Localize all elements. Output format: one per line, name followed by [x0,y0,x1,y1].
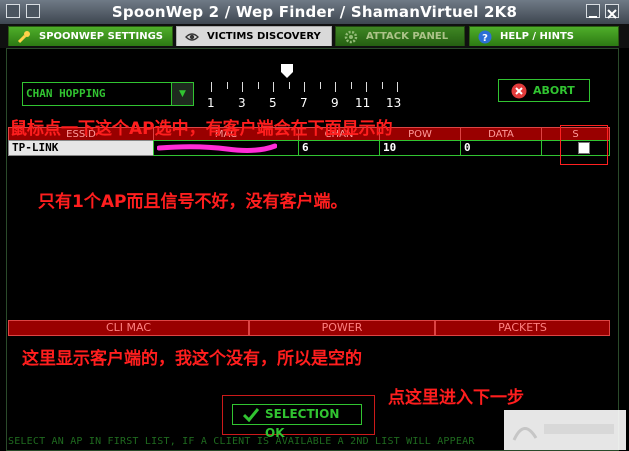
checkmark-icon [243,408,259,422]
annotation-bottom: 这里显示客户端的，我这个没有，所以是空的 [22,349,362,369]
tick-label: 5 [269,96,277,110]
highlight-box [560,125,608,165]
channel-mode-value: CHAN HOPPING [26,87,106,100]
slider-tick [273,82,274,92]
abort-button[interactable]: ABORT [498,79,590,102]
annotation-middle: 只有1个AP而且信号不好，没有客户端。 [38,192,348,212]
tick-label: 9 [331,96,339,110]
close-icon[interactable] [605,4,619,19]
tick-label: 11 [355,96,371,110]
slider-tick [397,82,398,92]
slider-tick [288,82,290,89]
slider-tick [211,82,212,92]
gear-icon [344,30,358,44]
window-title: SpoonWep 2 / Wep Finder / ShamanVirtuel … [111,3,518,21]
slider-ticks [203,82,403,92]
channel-mode-select[interactable]: CHAN HOPPING ▼ [22,82,194,106]
svg-text:?: ? [482,33,488,44]
tab-label: ATTACK PANEL [366,31,449,42]
essid-cell[interactable]: TP-LINK [8,140,154,156]
annotation-next: 点这里进入下一步 [388,388,524,408]
tab-label: SPOONWEP SETTINGS [39,31,163,42]
column-header-client-packets[interactable]: PACKETS [435,320,610,336]
tick-label: 1 [207,96,215,110]
channel-slider[interactable]: 1 3 5 7 9 11 13 [203,64,403,110]
tick-label: 7 [300,96,308,110]
stop-icon [511,83,527,99]
mac-cell[interactable] [153,140,299,156]
wrench-icon [17,31,30,44]
client-table-header: CLI MAC POWER PACKETS [8,320,610,336]
redaction-mark [156,143,278,153]
tab-bar: SPOONWEP SETTINGS VICTIMS DISCOVERY ATTA… [0,24,629,48]
tick-label: 3 [238,96,246,110]
slider-tick [257,82,259,89]
help-icon: ? [478,30,492,44]
tick-label: 13 [386,96,402,110]
minimize-icon[interactable] [586,4,600,18]
column-header-data[interactable]: DATA [460,127,542,141]
chan-cell[interactable]: 6 [298,140,380,156]
table-row[interactable]: TP-LINK 6 10 0 [8,140,610,156]
column-header-client-power[interactable]: POWER [249,320,435,336]
tab-victims-discovery[interactable]: VICTIMS DISCOVERY [176,26,332,46]
tab-attack-panel[interactable]: ATTACK PANEL [335,26,465,46]
chevron-down-icon[interactable]: ▼ [171,83,193,105]
tab-label: VICTIMS DISCOVERY [207,31,321,42]
slider-tick [242,82,243,92]
column-header-client-mac[interactable]: CLI MAC [8,320,249,336]
slider-tick [381,82,383,89]
tab-label: HELP / HINTS [500,31,574,42]
title-bar: SpoonWep 2 / Wep Finder / ShamanVirtuel … [0,0,629,24]
power-cell[interactable]: 10 [379,140,461,156]
tab-help-hints[interactable]: ? HELP / HINTS [469,26,619,46]
slider-knob[interactable] [281,64,293,78]
tab-spoonwep-settings[interactable]: SPOONWEP SETTINGS [8,26,173,46]
selection-ok-button[interactable]: SELECTION OK [232,404,362,440]
annotation-top: 鼠标点一下这个AP选中，有客户端会在下面显示的 [10,119,393,139]
slider-tick [350,82,352,89]
watermark-logo [504,410,626,450]
eye-icon [185,33,199,41]
slider-tick [226,82,228,89]
slider-tick [319,82,321,89]
slider-tick [304,82,305,92]
slider-tick [366,82,367,92]
abort-label: ABORT [533,84,575,97]
data-cell[interactable]: 0 [460,140,542,156]
slider-tick [335,82,336,92]
